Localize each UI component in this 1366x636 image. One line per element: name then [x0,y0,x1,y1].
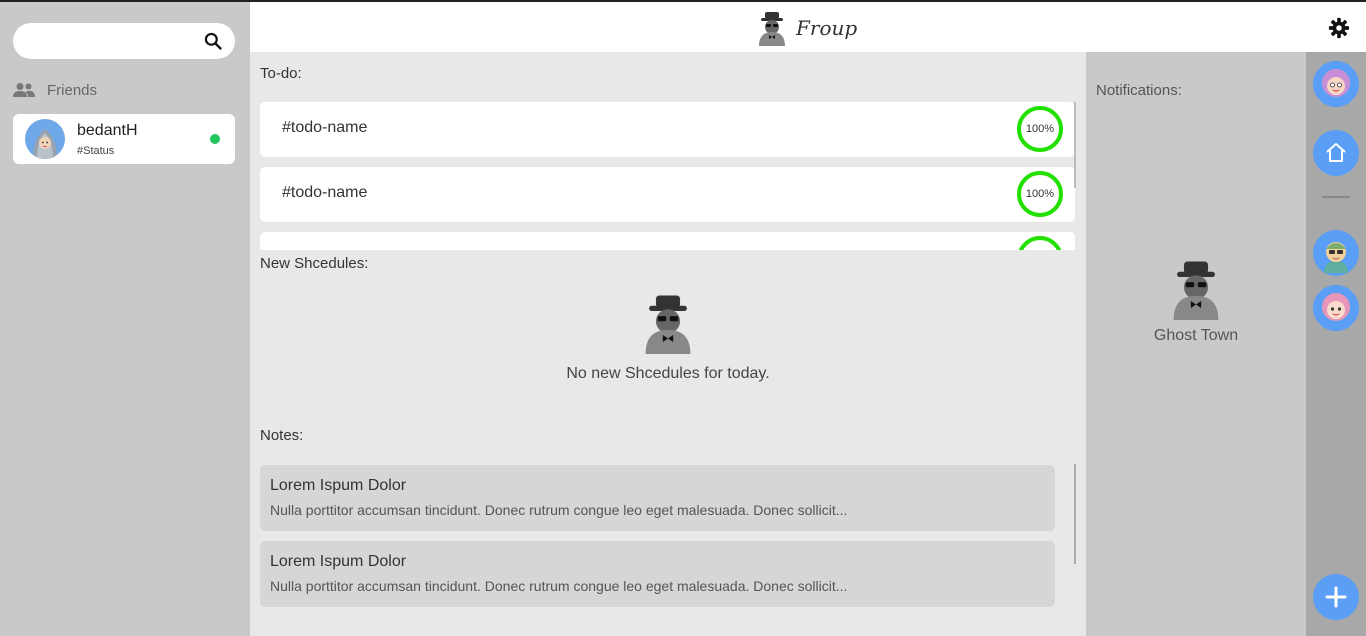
notifications-empty-state: Ghost Town [1086,258,1306,345]
group-button-2[interactable] [1313,230,1359,276]
people-icon [13,83,35,97]
todo-progress-ring: 100% [1017,106,1063,152]
group-button-3[interactable] [1313,285,1359,331]
todo-heading: To-do: [260,65,302,82]
hooded-avatar-icon [33,129,57,159]
main-content: To-do: #todo-name 100% #todo-name 100% N… [250,52,1086,636]
plus-icon [1325,586,1347,608]
search-input[interactable] [27,23,197,59]
notifications-heading: Notifications: [1096,82,1182,99]
note-card[interactable]: Lorem Ispum Dolor Nulla porttitor accums… [260,465,1055,531]
note-body: Nulla porttitor accumsan tincidunt. Done… [270,578,848,594]
friend-status: #Status [77,145,115,157]
todo-progress-ring [1017,236,1063,250]
search-icon[interactable] [203,31,223,51]
friends-heading: Friends [13,78,97,102]
todo-progress-value: 100% [1025,123,1055,135]
rail-divider [1322,196,1350,198]
friends-sidebar: Friends bedantH #Status [0,2,250,636]
note-card[interactable]: Lorem Ispum Dolor Nulla porttitor accums… [260,541,1055,607]
todo-progress-value: 100% [1025,188,1055,200]
notifications-panel: Notifications: Ghost Town [1086,52,1306,636]
gear-icon[interactable] [1328,17,1350,39]
todo-item[interactable]: #todo-name 100% [260,167,1075,222]
todo-name: #todo-name [282,119,368,136]
notes-heading: Notes: [260,427,304,444]
note-title: Lorem Ispum Dolor [270,477,407,494]
ghost-mascot-icon [1173,261,1219,320]
todo-item[interactable]: #todo-name 100% [260,102,1075,157]
search-box[interactable] [13,23,235,59]
add-group-button[interactable] [1313,574,1359,620]
todo-progress-ring: 100% [1017,171,1063,217]
schedules-empty-message: No new Shcedules for today. [566,365,770,382]
friend-item[interactable]: bedantH #Status [13,114,235,164]
todo-item[interactable] [260,232,1075,250]
boy-avatar-icon [1324,242,1348,273]
group-rail [1306,52,1366,636]
notifications-empty-message: Ghost Town [1153,327,1239,344]
home-button[interactable] [1313,130,1359,176]
online-indicator [210,134,220,144]
schedules-heading: New Shcedules: [260,255,369,272]
friend-name: bedantH [77,122,138,139]
top-bar: Froup [250,2,1366,52]
ghost-mascot-icon [759,12,785,46]
todo-scrollbar[interactable] [1074,102,1076,188]
ghost-mascot-icon [645,295,691,354]
brand-logo[interactable]: Froup [756,10,857,46]
home-icon [1326,143,1346,162]
schedules-empty-state: No new Shcedules for today. [250,292,1086,383]
note-title: Lorem Ispum Dolor [270,553,407,570]
brand-name: Froup [796,16,858,40]
note-body: Nulla porttitor accumsan tincidunt. Done… [270,502,848,518]
notes-scrollbar[interactable] [1074,464,1076,564]
girl-avatar-icon [1322,293,1350,321]
girl-avatar-icon [1322,69,1350,97]
friends-label: Friends [47,81,98,99]
todo-name: #todo-name [282,184,368,201]
todo-list[interactable]: #todo-name 100% #todo-name 100% [260,100,1075,250]
group-button-1[interactable] [1313,61,1359,107]
friend-avatar [25,119,65,159]
